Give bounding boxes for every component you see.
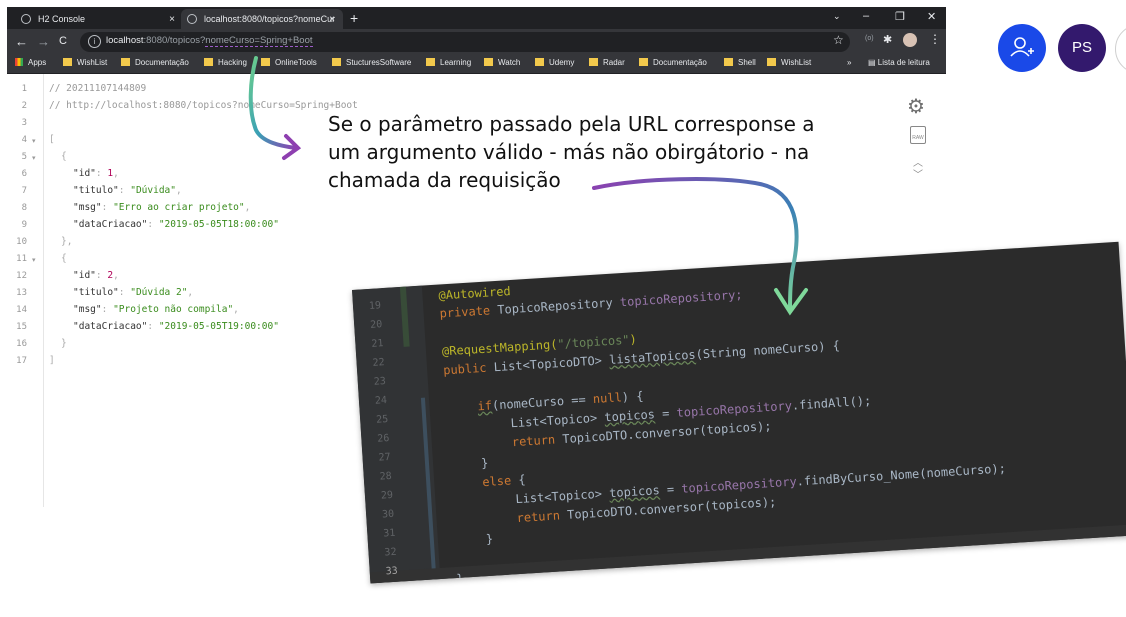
- arrow-note-to-code: [592, 177, 799, 312]
- arrow-url-to-note: [248, 56, 298, 150]
- annotation-arrows: [248, 56, 808, 316]
